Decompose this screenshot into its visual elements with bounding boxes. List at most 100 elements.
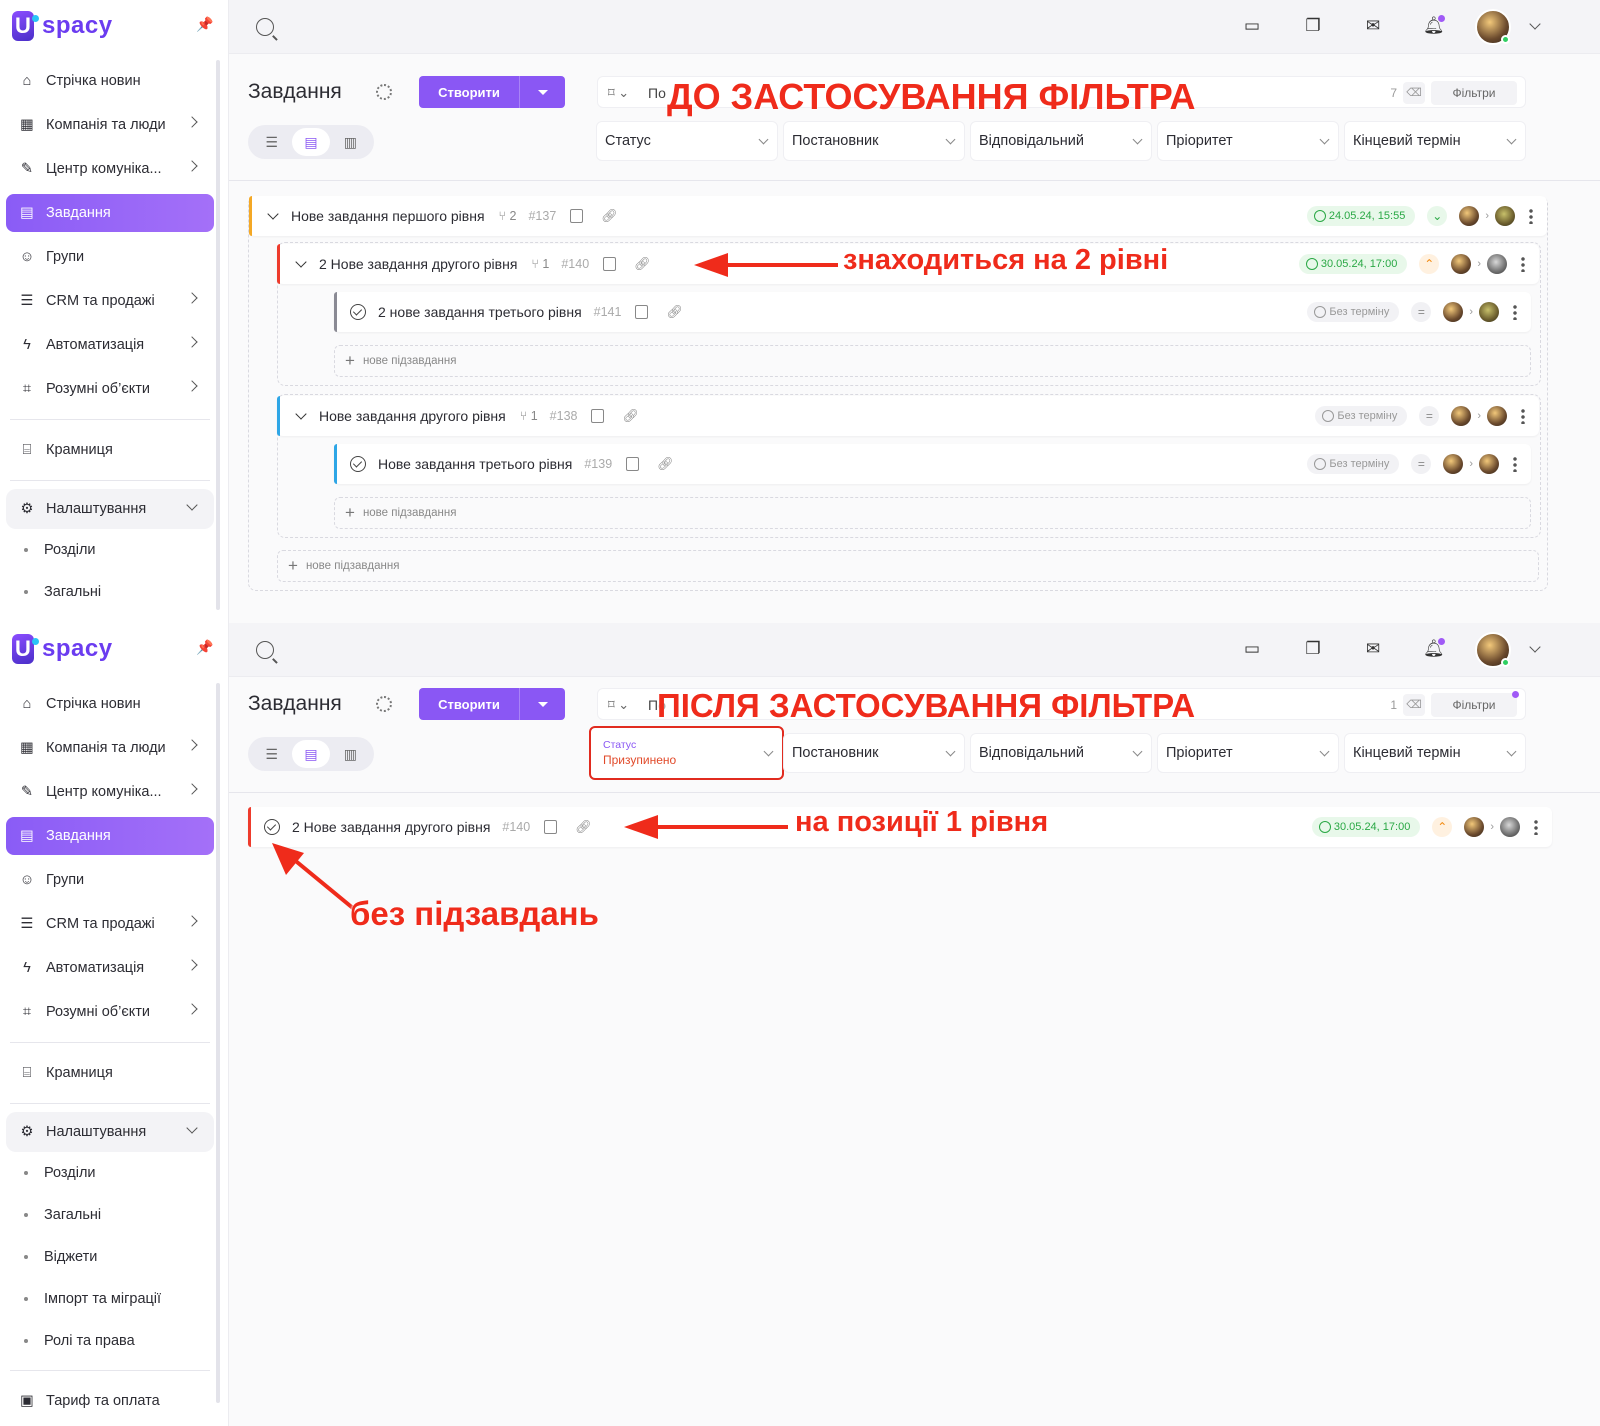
messages-icon[interactable]: ❐: [1303, 16, 1323, 36]
deadline-badge[interactable]: Без терміну: [1307, 302, 1400, 322]
sidebar-subitem-roles[interactable]: Ролі та права: [6, 1320, 214, 1362]
create-button[interactable]: Створити: [419, 76, 565, 108]
copy-icon[interactable]: [626, 457, 640, 471]
more-menu-icon[interactable]: [1521, 408, 1525, 424]
bell-icon[interactable]: 🔔︎: [1423, 15, 1445, 36]
creator-avatar[interactable]: [1451, 254, 1472, 274]
sidebar-subitem-import[interactable]: Імпорт та міграції: [6, 1278, 214, 1320]
deadline-filter[interactable]: Кінцевий термін: [1344, 121, 1526, 161]
sidebar-item-crm[interactable]: ☰ CRM та продажі: [6, 902, 214, 946]
sidebar-item-groups[interactable]: ☺ Групи: [6, 235, 214, 279]
more-menu-icon[interactable]: [1529, 208, 1533, 224]
user-avatar[interactable]: [1475, 9, 1511, 45]
priority-low-icon[interactable]: ⌄: [1427, 206, 1448, 226]
sidebar-subitem-sections[interactable]: Розділи: [6, 1152, 214, 1194]
responsible-filter[interactable]: Відповідальний: [970, 121, 1152, 161]
sidebar-item-automation[interactable]: ϟ Автоматизація: [6, 323, 214, 367]
search-icon[interactable]: [256, 18, 274, 36]
complete-check-icon[interactable]: [264, 819, 280, 835]
add-subtask-button[interactable]: + нове підзавдання: [334, 497, 1531, 529]
priority-normal-icon[interactable]: =: [1411, 302, 1432, 322]
link-icon[interactable]: 🔗︎: [666, 304, 683, 320]
create-dropdown-caret[interactable]: [520, 89, 565, 95]
filters-button[interactable]: Фільтри: [1431, 691, 1519, 717]
more-menu-icon[interactable]: [1534, 819, 1538, 835]
sidebar-item-company[interactable]: ▦ Компанія та люди: [6, 103, 214, 147]
expand-chevron-icon[interactable]: [295, 256, 307, 268]
add-subtask-button[interactable]: + нове підзавдання: [334, 345, 1531, 377]
eraser-icon[interactable]: ⌫: [1403, 694, 1425, 716]
priority-high-icon[interactable]: ⌃: [1419, 254, 1440, 274]
priority-normal-icon[interactable]: =: [1411, 454, 1432, 474]
sidebar-scrollbar[interactable]: [216, 683, 220, 1403]
sidebar-item-groups[interactable]: ☺ Групи: [6, 858, 214, 902]
deadline-badge[interactable]: 30.05.24, 17:00: [1298, 254, 1408, 274]
add-subtask-button[interactable]: + нове підзавдання: [277, 550, 1539, 582]
priority-normal-icon[interactable]: =: [1419, 406, 1440, 426]
status-filter[interactable]: Статус Призупинено: [589, 726, 784, 780]
sidebar-scrollbar[interactable]: [216, 60, 220, 610]
settings-gear-icon[interactable]: [376, 84, 392, 100]
expand-chevron-icon[interactable]: [295, 408, 307, 420]
responsible-filter[interactable]: Відповідальний: [970, 733, 1152, 773]
sidebar-item-automation[interactable]: ϟ Автоматизація: [6, 946, 214, 990]
task-row-139[interactable]: Нове завдання третього рівня #139 🔗︎ Без…: [334, 444, 1531, 484]
deadline-badge[interactable]: Без терміну: [1307, 454, 1400, 474]
link-icon[interactable]: 🔗︎: [634, 256, 651, 272]
search-icon[interactable]: [256, 641, 274, 659]
kanban-view-icon[interactable]: ▥: [331, 128, 369, 156]
creator-avatar[interactable]: [1451, 406, 1472, 426]
chat-icon[interactable]: ▭: [1242, 639, 1262, 659]
mail-icon[interactable]: ✉: [1363, 639, 1383, 659]
sidebar-item-tasks[interactable]: ▤ Завдання: [6, 817, 214, 855]
sidebar-item-smart-objects[interactable]: ⌗ Розумні об’єкти: [6, 990, 214, 1034]
sidebar-item-tasks[interactable]: ▤ Завдання: [6, 194, 214, 232]
task-title[interactable]: Нове завдання третього рівня: [378, 456, 572, 472]
sidebar-subitem-sections[interactable]: Розділи: [6, 529, 214, 571]
creator-avatar[interactable]: [1443, 302, 1464, 322]
sidebar-subitem-general[interactable]: Загальні: [6, 571, 214, 613]
pin-icon[interactable]: 📌: [196, 639, 213, 655]
link-icon[interactable]: 🔗︎: [657, 456, 674, 472]
priority-high-icon[interactable]: ⌃: [1432, 817, 1453, 837]
creator-filter[interactable]: Постановник: [783, 121, 965, 161]
responsible-avatar[interactable]: [1479, 454, 1499, 474]
logo[interactable]: Uspacy: [12, 633, 113, 665]
bookmark-icon[interactable]: ⌑ ⌄: [608, 697, 629, 713]
copy-icon[interactable]: [591, 409, 605, 423]
sidebar-subitem-widgets[interactable]: Віджети: [6, 1236, 214, 1278]
responsible-avatar[interactable]: [1487, 254, 1507, 274]
eraser-icon[interactable]: ⌫: [1403, 82, 1425, 104]
messages-icon[interactable]: ❐: [1303, 639, 1323, 659]
sidebar-item-store[interactable]: ⌸ Крамниця: [6, 1051, 214, 1095]
sidebar-item-billing[interactable]: ▣ Тариф та оплата: [6, 1379, 214, 1423]
responsible-avatar[interactable]: [1479, 302, 1499, 322]
copy-icon[interactable]: [603, 257, 617, 271]
chevron-down-icon[interactable]: [1529, 641, 1541, 653]
task-title[interactable]: Нове завдання першого рівня: [291, 208, 485, 224]
list-view-icon[interactable]: ☰: [253, 740, 291, 768]
task-row-138[interactable]: Нове завдання другого рівня ⑂ 1 #138 🔗︎ …: [277, 396, 1539, 436]
task-title[interactable]: 2 нове завдання третього рівня: [378, 304, 582, 320]
sidebar-item-communications[interactable]: ✎ Центр комуніка...: [6, 770, 214, 814]
sidebar-item-store[interactable]: ⌸ Крамниця: [6, 428, 214, 472]
more-menu-icon[interactable]: [1513, 304, 1517, 320]
filters-button[interactable]: Фільтри: [1431, 81, 1517, 105]
chevron-down-icon[interactable]: [1529, 18, 1541, 30]
status-filter[interactable]: Статус: [596, 121, 778, 161]
logo[interactable]: Uspacy: [12, 10, 113, 42]
copy-icon[interactable]: [570, 209, 584, 223]
sidebar-item-news[interactable]: ⌂ Стрічка новин: [6, 682, 214, 726]
task-title[interactable]: 2 Нове завдання другого рівня: [292, 819, 490, 835]
tree-view-icon[interactable]: ▤: [291, 740, 330, 768]
copy-icon[interactable]: [635, 305, 649, 319]
creator-avatar[interactable]: [1443, 454, 1464, 474]
copy-icon[interactable]: [544, 820, 558, 834]
bell-icon[interactable]: 🔔︎: [1423, 638, 1445, 659]
link-icon[interactable]: 🔗︎: [601, 208, 618, 224]
task-title[interactable]: Нове завдання другого рівня: [319, 408, 506, 424]
deadline-badge[interactable]: 24.05.24, 15:55: [1306, 206, 1416, 226]
sidebar-item-news[interactable]: ⌂ Стрічка новин: [6, 59, 214, 103]
deadline-badge[interactable]: Без терміну: [1315, 406, 1408, 426]
more-menu-icon[interactable]: [1521, 256, 1525, 272]
